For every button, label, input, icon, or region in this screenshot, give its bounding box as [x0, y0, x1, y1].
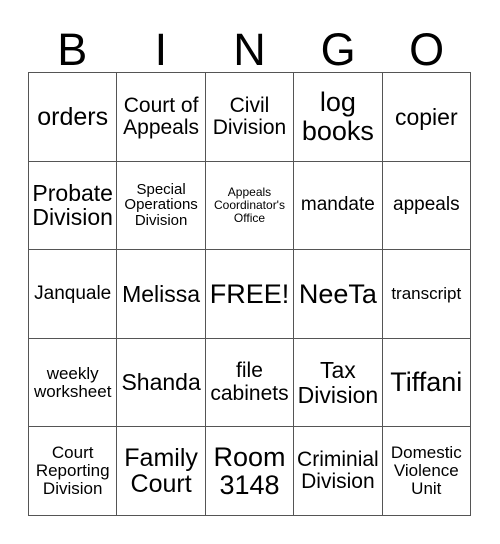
bingo-cell-r2c1[interactable]: Probate Division [29, 161, 118, 251]
bingo-cell-label: orders [37, 102, 109, 131]
bingo-cell-r5c5[interactable]: Domestic Violence Unit [382, 427, 471, 516]
bingo-cell-r3c4[interactable]: NeeTa [294, 250, 383, 339]
bingo-cell-label: copier [394, 103, 458, 130]
bingo-cell-r4c4[interactable]: Tax Division [294, 338, 383, 428]
bingo-cell-r2c2[interactable]: Special Operations Division [117, 161, 206, 251]
bingo-cell-r5c1[interactable]: Court Reporting Division [29, 427, 118, 516]
bingo-cell-label: Tax Division [297, 357, 379, 408]
bingo-cell-r5c3[interactable]: Room 3148 [205, 427, 295, 516]
bingo-cell-label: Court of Appeals [123, 93, 200, 139]
bingo-cell-r3c5[interactable]: transcript [382, 250, 471, 339]
bingo-card: B I N G O orders Court of Appeals Civil … [0, 0, 500, 544]
bingo-cell-label: Melissa [122, 280, 201, 307]
bingo-cell-label: Court Reporting Division [35, 443, 110, 499]
bingo-cell-label: Civil Division [212, 93, 287, 139]
bingo-cell-label: Probate Division [32, 180, 113, 231]
bingo-cell-label: appeals [393, 194, 460, 216]
bingo-cell-label: FREE! [209, 278, 290, 309]
bingo-cell-r3c2[interactable]: Melissa [117, 250, 206, 339]
bingo-cell-label: file cabinets [210, 359, 289, 405]
bingo-cell-label: Shanda [121, 369, 201, 396]
bingo-cell-r3c1[interactable]: Janquale [29, 250, 118, 339]
bingo-cell-r5c2[interactable]: Family Court [117, 427, 206, 516]
bingo-cell-r4c3[interactable]: file cabinets [205, 338, 295, 428]
bingo-cell-r1c4[interactable]: log books [294, 73, 383, 162]
bingo-cell-free-space[interactable]: FREE! [205, 250, 295, 339]
bingo-cell-label: Tiffani [390, 367, 463, 398]
bingo-header-letter-o: O [409, 24, 445, 75]
bingo-cell-label: NeeTa [298, 278, 377, 309]
bingo-cell-label: Special Operations Division [124, 180, 198, 230]
bingo-header-letter-b: B [57, 24, 88, 75]
bingo-cell-label: weekly worksheet [33, 363, 112, 401]
bingo-header-letter-i: I [154, 24, 168, 75]
bingo-cell-label: log books [301, 87, 374, 146]
bingo-cell-r4c5[interactable]: Tiffani [382, 338, 471, 428]
bingo-cell-r4c1[interactable]: weekly worksheet [29, 338, 118, 428]
bingo-cell-label: Appeals Coordinator's Office [213, 185, 285, 225]
bingo-header-row: B I N G O [28, 16, 471, 72]
bingo-cell-r1c5[interactable]: copier [382, 73, 471, 162]
bingo-header-letter-n: N [233, 24, 266, 75]
bingo-cell-label: Room 3148 [213, 441, 286, 501]
bingo-cell-label: Family Court [124, 443, 198, 499]
bingo-cell-r2c5[interactable]: appeals [382, 161, 471, 251]
bingo-cell-r1c3[interactable]: Civil Division [205, 73, 295, 162]
bingo-cell-label: transcript [391, 283, 462, 303]
bingo-cell-label: mandate [300, 194, 375, 216]
bingo-cell-r5c4[interactable]: Criminial Division [294, 427, 383, 516]
bingo-cell-r1c1[interactable]: orders [29, 73, 118, 162]
bingo-cell-r1c2[interactable]: Court of Appeals [117, 73, 206, 162]
bingo-header-letter-g: G [320, 24, 356, 75]
bingo-cell-label: Criminial Division [297, 447, 379, 494]
bingo-grid: orders Court of Appeals Civil Division l… [28, 72, 471, 516]
bingo-cell-r2c4[interactable]: mandate [294, 161, 383, 251]
bingo-cell-r4c2[interactable]: Shanda [117, 338, 206, 428]
bingo-cell-label: Janquale [34, 282, 112, 304]
bingo-cell-label: Domestic Violence Unit [390, 443, 462, 499]
bingo-cell-r2c3[interactable]: Appeals Coordinator's Office [205, 161, 295, 251]
